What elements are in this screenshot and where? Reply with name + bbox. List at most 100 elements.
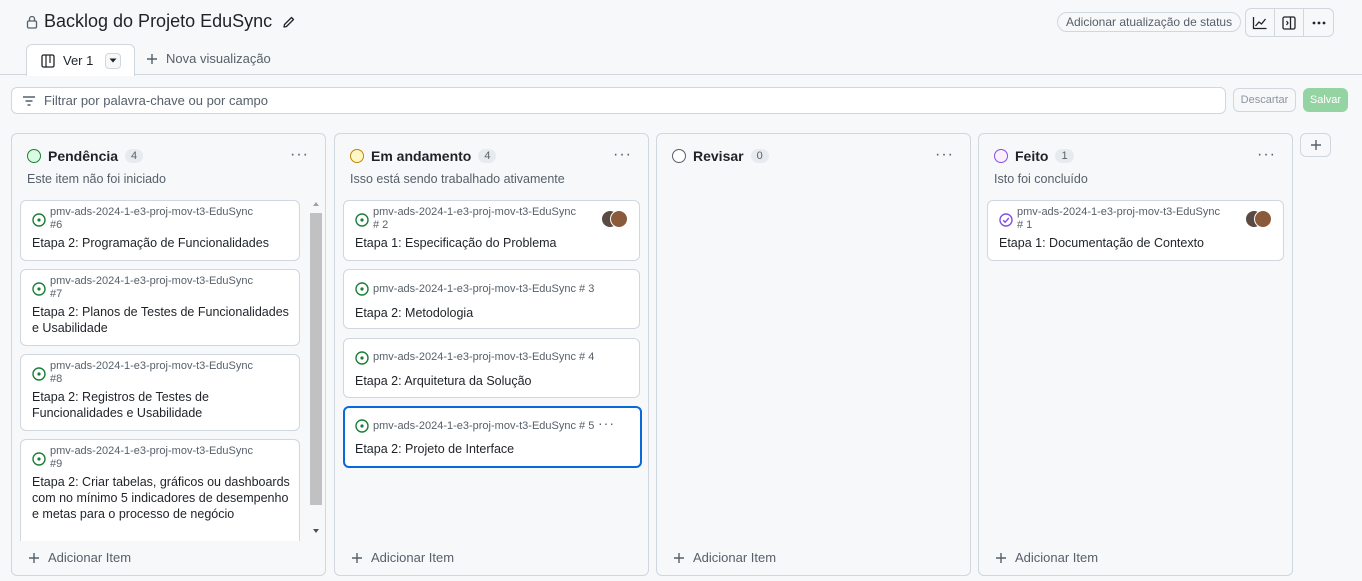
column-menu-button[interactable]: ··· [935,146,954,164]
more-options-button[interactable] [1304,9,1333,36]
discard-button[interactable]: Descartar [1233,88,1296,112]
card[interactable]: pmv-ads-2024-1-e3-proj-mov-t3-EduSync #6 … [20,200,300,261]
filter-icon [22,95,36,107]
column-pendencia: Pendência 4 ··· Este item não foi inicia… [11,133,326,576]
card[interactable]: pmv-ads-2024-1-e3-proj-mov-t3-EduSync #8 … [20,354,300,431]
card[interactable]: pmv-ads-2024-1-e3-proj-mov-t3-EduSync #7 … [20,269,300,346]
open-issue-icon [355,282,369,301]
todo-status-icon [27,149,41,163]
add-status-update-button[interactable]: Adicionar atualização de status [1057,12,1242,32]
chart-icon [1252,16,1268,30]
add-column-button[interactable] [1300,133,1331,157]
add-item-button[interactable]: Adicionar Item [351,550,454,565]
column-menu-button[interactable]: ··· [613,146,632,164]
caret-down-icon [109,58,117,63]
card-title[interactable]: Etapa 2: Planos de Testes de Funcionalid… [32,304,290,336]
done-status-icon [994,149,1008,163]
open-issue-icon [32,282,46,301]
column-menu-button[interactable]: ··· [290,146,309,164]
add-item-button[interactable]: Adicionar Item [673,550,776,565]
review-status-icon [672,149,686,163]
open-issue-icon [32,213,46,232]
card-title[interactable]: Etapa 2: Programação de Funcionalidades [32,235,292,251]
card-title[interactable]: Etapa 2: Criar tabelas, gráficos ou dash… [32,474,294,522]
plus-icon [28,552,40,564]
column-feito: Feito 1 ··· Isto foi concluído pmv-ads-2… [978,133,1293,576]
plus-icon [1310,139,1322,151]
column-title: Em andamento [371,148,472,164]
plus-icon [146,53,158,65]
card-repo-ref[interactable]: pmv-ads-2024-1-e3-proj-mov-t3-EduSync # … [373,351,594,364]
column-count: 0 [750,149,769,163]
scroll-up-arrow-icon[interactable] [312,201,320,207]
avatar[interactable] [610,210,628,228]
card[interactable]: pmv-ads-2024-1-e3-proj-mov-t3-EduSync # 2… [343,200,640,261]
card-title[interactable]: Etapa 2: Registros de Testes de Funciona… [32,389,232,421]
column-title: Feito [1015,148,1049,164]
card[interactable]: pmv-ads-2024-1-e3-proj-mov-t3-EduSync # … [343,338,640,398]
card-repo-ref[interactable]: pmv-ads-2024-1-e3-proj-mov-t3-EduSync #8 [50,360,253,386]
add-item-label: Adicionar Item [693,550,777,565]
scroll-thumb[interactable] [310,213,322,505]
column-header: Em andamento 4 [350,148,497,164]
new-view-label: Nova visualização [166,51,271,66]
card[interactable]: pmv-ads-2024-1-e3-proj-mov-t3-EduSync # 1… [987,200,1284,261]
card-repo-ref[interactable]: pmv-ads-2024-1-e3-proj-mov-t3-EduSync # … [373,420,594,433]
side-panel-button[interactable] [1275,9,1304,36]
in-progress-status-icon [350,149,364,163]
insights-button[interactable] [1246,9,1275,36]
add-item-button[interactable]: Adicionar Item [995,550,1098,565]
filter-input[interactable]: Filtrar por palavra-chave ou por campo [11,87,1226,114]
card[interactable]: pmv-ads-2024-1-e3-proj-mov-t3-EduSync #9 … [20,439,300,541]
card-focused[interactable]: pmv-ads-2024-1-e3-proj-mov-t3-EduSync # … [343,406,642,468]
card-repo-ref[interactable]: pmv-ads-2024-1-e3-proj-mov-t3-EduSync #7 [50,275,253,301]
card-title[interactable]: Etapa 2: Metodologia [355,305,473,321]
column-menu-button[interactable]: ··· [1257,146,1276,164]
card-title[interactable]: Etapa 1: Especificação do Problema [355,235,557,251]
side-panel-icon [1282,15,1296,30]
tab-ver-1[interactable]: Ver 1 [26,44,135,76]
filter-placeholder: Filtrar por palavra-chave ou por campo [44,93,268,108]
open-issue-icon [32,367,46,386]
card-title[interactable]: Etapa 1: Documentação de Contexto [999,235,1204,251]
column-header: Feito 1 [994,148,1074,164]
add-item-label: Adicionar Item [371,550,455,565]
pencil-icon[interactable] [282,15,296,29]
card-repo-ref[interactable]: pmv-ads-2024-1-e3-proj-mov-t3-EduSync # 1 [1017,206,1220,232]
avatar[interactable] [1254,210,1272,228]
column-count: 1 [1055,149,1074,163]
column-description: Isto foi concluído [994,172,1088,186]
card-repo-ref[interactable]: pmv-ads-2024-1-e3-proj-mov-t3-EduSync # … [373,283,594,296]
column-header: Pendência 4 [27,148,144,164]
title-row: Backlog do Projeto EduSync [26,11,296,32]
save-button[interactable]: Salvar [1303,88,1348,112]
tab-menu-button[interactable] [105,52,122,69]
closed-issue-icon [999,213,1013,232]
card-repo-ref[interactable]: pmv-ads-2024-1-e3-proj-mov-t3-EduSync # 2 [373,206,576,232]
card-title[interactable]: Etapa 2: Projeto de Interface [355,441,514,457]
plus-icon [351,552,363,564]
tab-label: Ver 1 [63,53,94,68]
card[interactable]: pmv-ads-2024-1-e3-proj-mov-t3-EduSync # … [343,269,640,329]
card-menu-button[interactable]: ··· [598,415,615,431]
new-view-button[interactable]: Nova visualização [146,51,271,66]
add-item-button[interactable]: Adicionar Item [28,550,131,565]
plus-icon [995,552,1007,564]
scroll-down-arrow-icon[interactable] [312,528,320,534]
column-description: Isso está sendo trabalhado ativamente [350,172,565,186]
card-repo-ref[interactable]: pmv-ads-2024-1-e3-proj-mov-t3-EduSync #9 [50,445,253,471]
column-description: Este item não foi iniciado [27,172,166,186]
column-scrollbar[interactable] [310,201,322,539]
column-revisar: Revisar 0 ··· Adicionar Item [656,133,971,576]
open-issue-icon [32,452,46,471]
open-issue-icon [355,351,369,370]
board-icon [41,53,55,68]
plus-icon [673,552,685,564]
assignee-avatars[interactable] [601,210,629,228]
card-repo-ref[interactable]: pmv-ads-2024-1-e3-proj-mov-t3-EduSync #6 [50,206,253,232]
column-em-andamento: Em andamento 4 ··· Isso está sendo traba… [334,133,649,576]
add-item-label: Adicionar Item [48,550,132,565]
assignee-avatars[interactable] [1245,210,1273,228]
card-title[interactable]: Etapa 2: Arquitetura da Solução [355,373,532,389]
column-count: 4 [478,149,497,163]
